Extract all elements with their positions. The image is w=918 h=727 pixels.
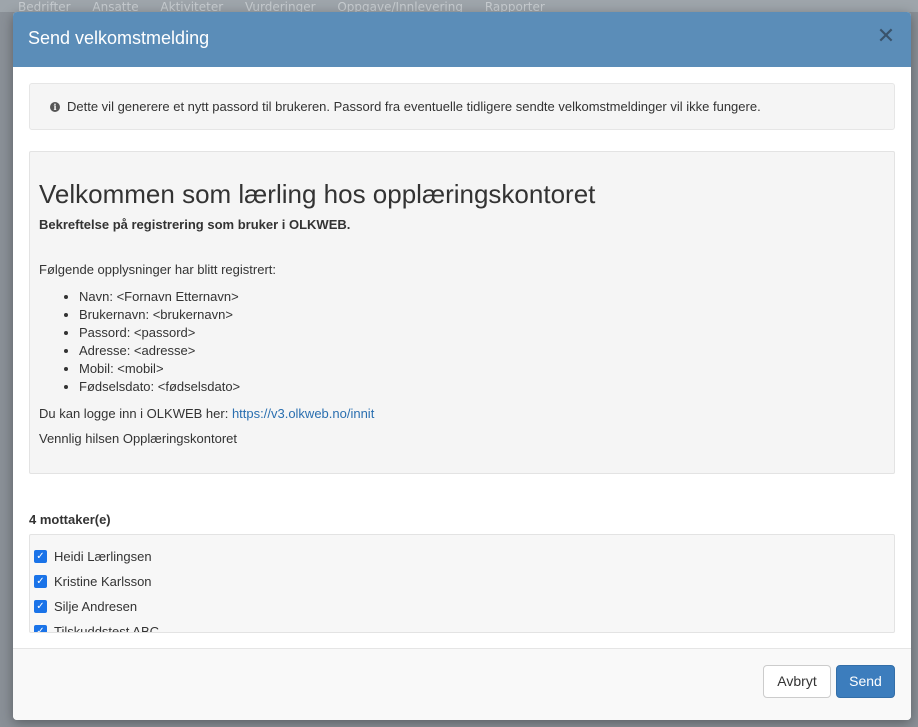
message-preview: Velkommen som lærling hos opplæringskont… [29,151,895,474]
list-item: Fødselsdato: <fødselsdato> [79,378,885,396]
modal-title: Send velkomstmelding [28,28,210,48]
recipient-item[interactable]: ✓ Tilskuddstest ABC [30,619,894,633]
checkbox-checked[interactable]: ✓ [34,625,47,632]
checkbox-checked[interactable]: ✓ [34,575,47,588]
cancel-button[interactable]: Avbryt [763,665,831,698]
signature: Vennlig hilsen Opplæringskontoret [39,431,238,446]
close-icon[interactable]: ✕ [876,25,896,49]
welcome-message-modal: Send velkomstmelding ✕ i Dette vil gener… [13,12,911,720]
bg-nav-item: Ansatte [92,0,139,12]
send-button[interactable]: Send [836,665,895,698]
recipient-item[interactable]: ✓ Kristine Karlsson [30,569,894,594]
modal-body: i Dette vil generere et nytt passord til… [13,67,911,651]
preview-heading: Velkommen som lærling hos opplæringskont… [39,179,596,209]
recipient-name: Kristine Karlsson [54,574,152,589]
info-icon: i [50,101,60,112]
registered-fields-list: Navn: <Fornavn Etternavn> Brukernavn: <b… [39,288,885,396]
login-text: Du kan logge inn i OLKWEB her: [39,406,229,421]
recipient-item[interactable]: ✓ Heidi Lærlingsen [30,544,894,569]
list-item: Navn: <Fornavn Etternavn> [79,288,885,306]
bg-nav-item: Rapporter [484,0,545,12]
preview-intro: Følgende opplysninger har blitt registre… [39,262,277,277]
checkbox-checked[interactable]: ✓ [34,550,47,563]
login-line: Du kan logge inn i OLKWEB her: https://v… [39,406,885,421]
bg-nav-item: Aktiviteter [160,0,224,12]
login-link[interactable]: https://v3.olkweb.no/innit [232,406,374,421]
modal-header: Send velkomstmelding ✕ [13,12,911,67]
list-item: Passord: <passord> [79,324,885,342]
recipient-item[interactable]: ✓ Silje Andresen [30,594,894,619]
list-item: Brukernavn: <brukernavn> [79,306,885,324]
checkbox-checked[interactable]: ✓ [34,600,47,613]
bg-nav-item: Oppgave/Innlevering [337,0,463,12]
recipient-name: Tilskuddstest ABC [54,624,160,633]
bg-nav-item: Bedrifter [18,0,71,12]
recipient-list[interactable]: ✓ Heidi Lærlingsen ✓ Kristine Karlsson ✓… [29,534,895,633]
recipients-count: 4 mottaker(e) [29,512,111,527]
background-nav: Bedrifter Ansatte Aktiviteter Vurderinge… [0,0,918,12]
modal-footer: Avbryt Send [13,648,911,720]
info-alert: i Dette vil generere et nytt passord til… [29,83,895,130]
list-item: Mobil: <mobil> [79,360,885,378]
preview-subtitle: Bekreftelse på registrering som bruker i… [39,217,351,232]
bg-nav-item: Vurderinger [245,0,316,12]
recipient-name: Silje Andresen [54,599,138,614]
recipient-name: Heidi Lærlingsen [54,549,152,564]
info-text: Dette vil generere et nytt passord til b… [67,99,761,114]
list-item: Adresse: <adresse> [79,342,885,360]
